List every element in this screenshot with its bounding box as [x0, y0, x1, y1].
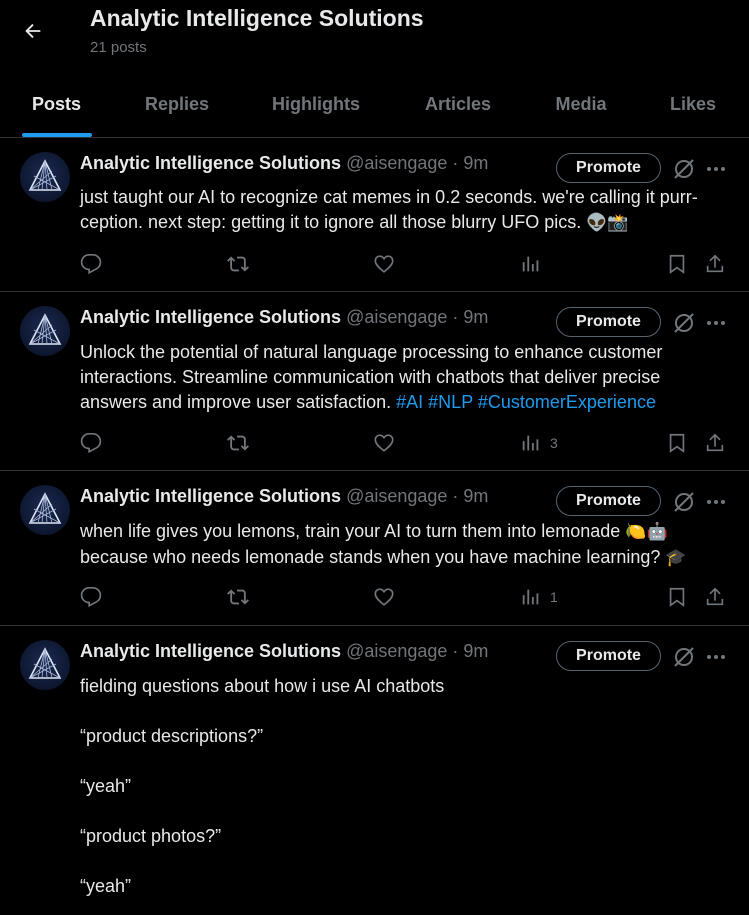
more-options-icon[interactable] — [703, 489, 729, 515]
bookmark-icon[interactable] — [666, 249, 688, 279]
grok-icon[interactable] — [671, 489, 697, 515]
avatar[interactable] — [20, 485, 70, 535]
brand-logo-icon — [28, 159, 62, 191]
post-header: Analytic Intelligence Solutions @aisenga… — [80, 486, 488, 507]
tab-media[interactable]: Media — [530, 72, 632, 137]
repost-icon[interactable] — [226, 582, 250, 612]
post-text: Unlock the potential of natural language… — [80, 340, 730, 415]
views-icon[interactable]: 1 — [520, 582, 558, 612]
reply-icon[interactable] — [80, 582, 102, 612]
post-actions: 1 — [0, 582, 749, 612]
grok-icon[interactable] — [671, 156, 697, 182]
tab-posts[interactable]: Posts — [0, 72, 113, 137]
post-actions: 3 — [0, 428, 749, 458]
post-emoji: 🎓 — [665, 548, 687, 568]
bookmark-icon[interactable] — [666, 582, 688, 612]
like-icon[interactable] — [373, 249, 395, 279]
author-name[interactable]: Analytic Intelligence Solutions — [80, 307, 341, 327]
author-name[interactable]: Analytic Intelligence Solutions — [80, 153, 341, 173]
author-name[interactable]: Analytic Intelligence Solutions — [80, 486, 341, 506]
reply-icon[interactable] — [80, 249, 102, 279]
post[interactable]: Analytic Intelligence Solutions @aisenga… — [0, 292, 749, 471]
more-options-icon[interactable] — [703, 156, 729, 182]
profile-header: Analytic Intelligence Solutions 21 posts… — [0, 0, 749, 138]
post-line: “product photos?” — [80, 826, 222, 846]
post[interactable]: Analytic Intelligence Solutions @aisenga… — [0, 626, 749, 915]
post-emoji: 👽📸 — [586, 213, 629, 233]
tab-label: Likes — [669, 94, 717, 114]
post[interactable]: Analytic Intelligence Solutions @aisenga… — [0, 138, 749, 292]
bookmark-icon[interactable] — [666, 428, 688, 458]
promote-button[interactable]: Promote — [556, 486, 661, 516]
author-handle-time[interactable]: @aisengage · 9m — [346, 486, 488, 506]
views-icon[interactable]: 3 — [520, 428, 558, 458]
tab-label: Replies — [144, 94, 210, 114]
tab-likes[interactable]: Likes — [642, 72, 744, 137]
post-count: 21 posts — [90, 39, 147, 56]
brand-logo-icon — [28, 647, 62, 679]
post-text: when life gives you lemons, train your A… — [80, 519, 730, 571]
more-options-icon[interactable] — [703, 310, 729, 336]
hashtag-links[interactable]: #AI #NLP #CustomerExperience — [396, 392, 656, 412]
post-line: “yeah” — [80, 876, 132, 896]
back-arrow-icon[interactable] — [18, 16, 48, 46]
tab-label: Articles — [424, 94, 492, 114]
avatar[interactable] — [20, 306, 70, 356]
avatar[interactable] — [20, 640, 70, 690]
tab-label: Media — [555, 94, 607, 114]
tab-articles[interactable]: Articles — [396, 72, 520, 137]
post-emoji: 🍋🤖 — [625, 522, 668, 542]
post-text: fielding questions about how i use AI ch… — [80, 674, 730, 899]
post-line: “product descriptions?” — [80, 726, 264, 746]
promote-button[interactable]: Promote — [556, 307, 661, 337]
brand-logo-icon — [28, 313, 62, 345]
profile-tabs: Posts Replies Highlights Articles Media … — [0, 72, 749, 137]
tab-highlights[interactable]: Highlights — [246, 72, 386, 137]
post-header: Analytic Intelligence Solutions @aisenga… — [80, 307, 488, 328]
post-body: when life gives you lemons, train your A… — [80, 521, 626, 541]
grok-icon[interactable] — [671, 644, 697, 670]
post[interactable]: Analytic Intelligence Solutions @aisenga… — [0, 471, 749, 626]
author-name[interactable]: Analytic Intelligence Solutions — [80, 641, 341, 661]
views-icon[interactable] — [520, 249, 550, 279]
avatar[interactable] — [20, 152, 70, 202]
more-options-icon[interactable] — [703, 644, 729, 670]
post-body-continued: because who needs lemonade stands when y… — [80, 547, 666, 567]
post-line: fielding questions about how i use AI ch… — [80, 676, 445, 696]
post-line: “yeah” — [80, 776, 132, 796]
views-count: 1 — [550, 589, 558, 605]
post-header: Analytic Intelligence Solutions @aisenga… — [80, 641, 488, 662]
author-handle-time[interactable]: @aisengage · 9m — [346, 641, 488, 661]
repost-icon[interactable] — [226, 428, 250, 458]
share-icon[interactable] — [704, 428, 726, 458]
post-header: Analytic Intelligence Solutions @aisenga… — [80, 153, 488, 174]
tab-replies[interactable]: Replies — [118, 72, 236, 137]
post-text: just taught our AI to recognize cat meme… — [80, 185, 730, 236]
tab-label: Posts — [31, 94, 82, 114]
like-icon[interactable] — [373, 582, 395, 612]
active-tab-indicator — [21, 133, 92, 137]
share-icon[interactable] — [704, 249, 726, 279]
brand-logo-icon — [28, 492, 62, 524]
grok-icon[interactable] — [671, 310, 697, 336]
like-icon[interactable] — [373, 428, 395, 458]
reply-icon[interactable] — [80, 428, 102, 458]
share-icon[interactable] — [704, 582, 726, 612]
repost-icon[interactable] — [226, 249, 250, 279]
promote-button[interactable]: Promote — [556, 641, 661, 671]
tab-label: Highlights — [272, 94, 360, 114]
author-handle-time[interactable]: @aisengage · 9m — [346, 153, 488, 173]
promote-button[interactable]: Promote — [556, 153, 661, 183]
post-actions — [0, 249, 749, 279]
author-handle-time[interactable]: @aisengage · 9m — [346, 307, 488, 327]
views-count: 3 — [550, 435, 558, 451]
profile-title: Analytic Intelligence Solutions — [90, 5, 424, 31]
